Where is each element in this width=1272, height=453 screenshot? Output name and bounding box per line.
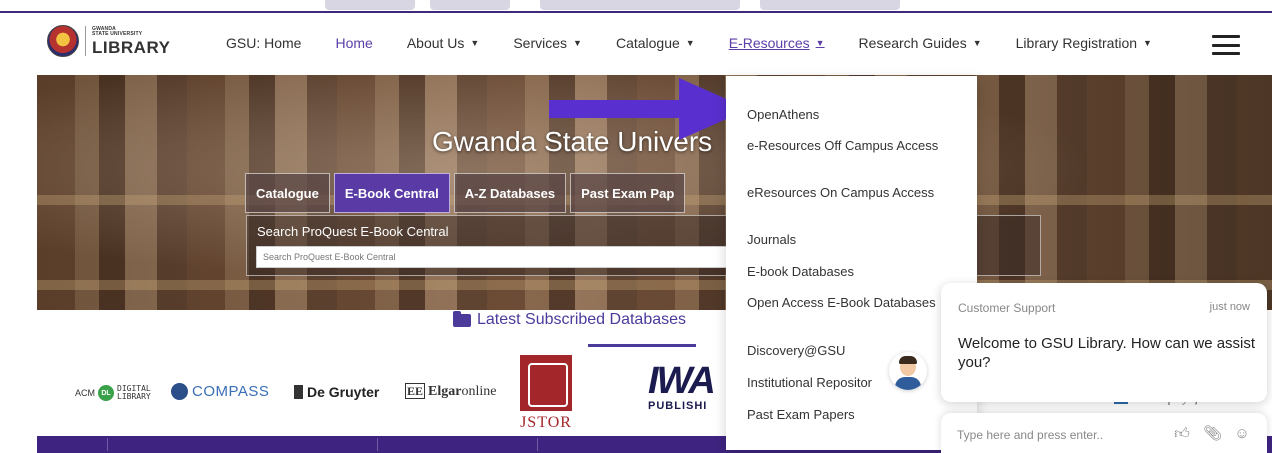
nav-item-label: Home xyxy=(335,35,373,51)
clipped-banner-shape xyxy=(760,0,900,10)
tab-e-book-central[interactable]: E-Book Central xyxy=(333,173,450,213)
site-header: GWANDA STATE UNIVERSITY LIBRARY GSU: Hom… xyxy=(0,13,1272,75)
elgar-online-logo[interactable]: EE Elgaronline xyxy=(405,383,497,400)
chevron-down-icon: ▼ xyxy=(470,38,480,48)
de-gruyter-text: De Gruyter xyxy=(307,384,380,400)
chat-input[interactable] xyxy=(957,425,1157,445)
chat-header: Customer Support xyxy=(958,301,1056,315)
clipped-banner-shape xyxy=(540,0,740,10)
nav-item-label: Services xyxy=(513,35,568,51)
footer-divider xyxy=(537,438,538,451)
nav-item-home[interactable]: Home xyxy=(335,35,372,51)
chat-message: Welcome to GSU Library. How can we assis… xyxy=(958,335,1256,371)
heading-underline xyxy=(588,344,696,347)
chat-actions: 👍︎ 📎︎ ☺ xyxy=(1173,425,1251,443)
chat-message-card: Customer Support just now Welcome to GSU… xyxy=(941,283,1267,402)
chevron-down-icon: ▼ xyxy=(972,38,982,48)
nav-item-label: E-Resources xyxy=(728,35,810,51)
jstor-text: JSTOR xyxy=(520,414,572,431)
university-seal-icon xyxy=(47,25,79,57)
elgar-bold-text: Elgar xyxy=(428,384,462,399)
search-input[interactable] xyxy=(256,246,736,268)
dropdown-item-e-book-databases[interactable]: E-book Databases xyxy=(747,265,947,278)
search-tabs: Catalogue E-Book Central A-Z Databases P… xyxy=(245,173,686,213)
elgar-online-text: online xyxy=(461,384,497,399)
nav-item-about-us[interactable]: About Us ▼ xyxy=(407,35,480,51)
iwa-sub-text: PUBLISHI xyxy=(648,400,708,412)
library-logo[interactable]: GWANDA STATE UNIVERSITY LIBRARY xyxy=(47,25,170,57)
main-nav: GSU: Home Home About Us ▼ Services ▼ Cat… xyxy=(226,35,1186,51)
e-resources-dropdown: OpenAthens e-Resources Off Campus Access… xyxy=(726,76,977,450)
acm-dl-line-2: LIBRARY xyxy=(117,392,151,401)
acm-text: ACM xyxy=(75,388,95,398)
latest-subscribed-heading: Latest Subscribed Databases xyxy=(453,310,687,329)
nav-item-label: Library Registration xyxy=(1015,35,1138,51)
dropdown-item-eresources-on-campus[interactable]: eResources On Campus Access xyxy=(747,186,947,199)
footer-divider xyxy=(107,438,108,451)
paperclip-icon[interactable]: 📎︎ xyxy=(1203,425,1222,443)
annotation-arrow-icon xyxy=(549,78,749,140)
compass-text: COMPASS xyxy=(192,383,270,400)
tab-a-z-databases[interactable]: A-Z Databases xyxy=(453,173,567,213)
acm-digital-library-logo[interactable]: ACM DL DIGITAL LIBRARY xyxy=(75,385,151,401)
nav-item-label: Catalogue xyxy=(615,35,680,51)
tab-catalogue[interactable]: Catalogue xyxy=(245,173,330,213)
clipped-banner-shape xyxy=(430,0,510,10)
nav-item-services[interactable]: Services ▼ xyxy=(513,35,582,51)
folder-icon xyxy=(453,310,471,327)
tab-past-exam-papers[interactable]: Past Exam Pap xyxy=(570,173,686,213)
logo-divider xyxy=(85,26,86,56)
iwa-publishing-logo[interactable]: IWA PUBLISHI xyxy=(648,362,738,412)
smiley-icon[interactable]: ☺ xyxy=(1233,425,1251,443)
iwa-mark: IWA xyxy=(648,360,716,402)
nav-item-e-resources[interactable]: E-Resources ▼ xyxy=(729,35,825,51)
chevron-down-icon: ▼ xyxy=(1143,38,1152,48)
chat-agent-avatar[interactable] xyxy=(889,352,927,390)
de-gruyter-logo[interactable]: De Gruyter xyxy=(294,384,379,400)
dropdown-item-open-access-e-book-databases[interactable]: Open Access E-Book Databases xyxy=(747,296,947,309)
clipped-banner-shape xyxy=(325,0,415,10)
logo-library-word: LIBRARY xyxy=(92,37,171,57)
nav-item-label: GSU: Home xyxy=(226,35,302,51)
logo-text: GWANDA STATE UNIVERSITY LIBRARY xyxy=(92,26,171,57)
acm-dl-words: DIGITAL LIBRARY xyxy=(117,385,151,401)
nav-item-library-registration[interactable]: Library Registration ▼ xyxy=(1016,35,1152,51)
hamburger-menu-icon[interactable] xyxy=(1212,35,1240,55)
compass-mark-icon xyxy=(171,383,188,400)
avatar-hair xyxy=(899,356,917,364)
avatar-body xyxy=(895,377,921,390)
jstor-logo[interactable]: JSTOR xyxy=(518,355,574,435)
dropdown-item-e-resources-off-campus[interactable]: e-Resources Off Campus Access xyxy=(747,139,947,152)
dropdown-item-past-exam-papers[interactable]: Past Exam Papers xyxy=(747,408,947,421)
de-gruyter-mark-icon xyxy=(294,385,303,399)
dropdown-item-journals[interactable]: Journals xyxy=(747,233,947,246)
chevron-down-icon: ▼ xyxy=(685,38,695,48)
elgar-badge: EE xyxy=(405,383,426,399)
nav-item-label: Research Guides xyxy=(858,35,967,51)
nav-item-label: About Us xyxy=(406,35,465,51)
chat-timestamp: just now xyxy=(1209,301,1250,313)
acm-dl-badge: DL xyxy=(98,385,114,401)
logo-small-line-2: STATE UNIVERSITY xyxy=(92,30,143,37)
latest-subscribed-label: Latest Subscribed Databases xyxy=(477,311,687,328)
jstor-seal-icon xyxy=(520,355,572,411)
nav-item-gsu-home[interactable]: GSU: Home xyxy=(226,35,301,51)
footer-divider xyxy=(377,438,378,451)
nav-item-catalogue[interactable]: Catalogue ▼ xyxy=(616,35,695,51)
chevron-down-icon: ▼ xyxy=(815,38,825,48)
dropdown-item-openathens[interactable]: OpenAthens xyxy=(747,108,947,121)
search-label: Search ProQuest E-Book Central xyxy=(257,224,449,239)
nav-item-research-guides[interactable]: Research Guides ▼ xyxy=(859,35,982,51)
chevron-down-icon: ▼ xyxy=(573,38,582,48)
chat-input-bar: 👍︎ 📎︎ ☺ xyxy=(941,413,1267,453)
thumbs-up-icon[interactable]: 👍︎ xyxy=(1173,425,1191,443)
compass-logo[interactable]: COMPASS xyxy=(171,383,269,400)
